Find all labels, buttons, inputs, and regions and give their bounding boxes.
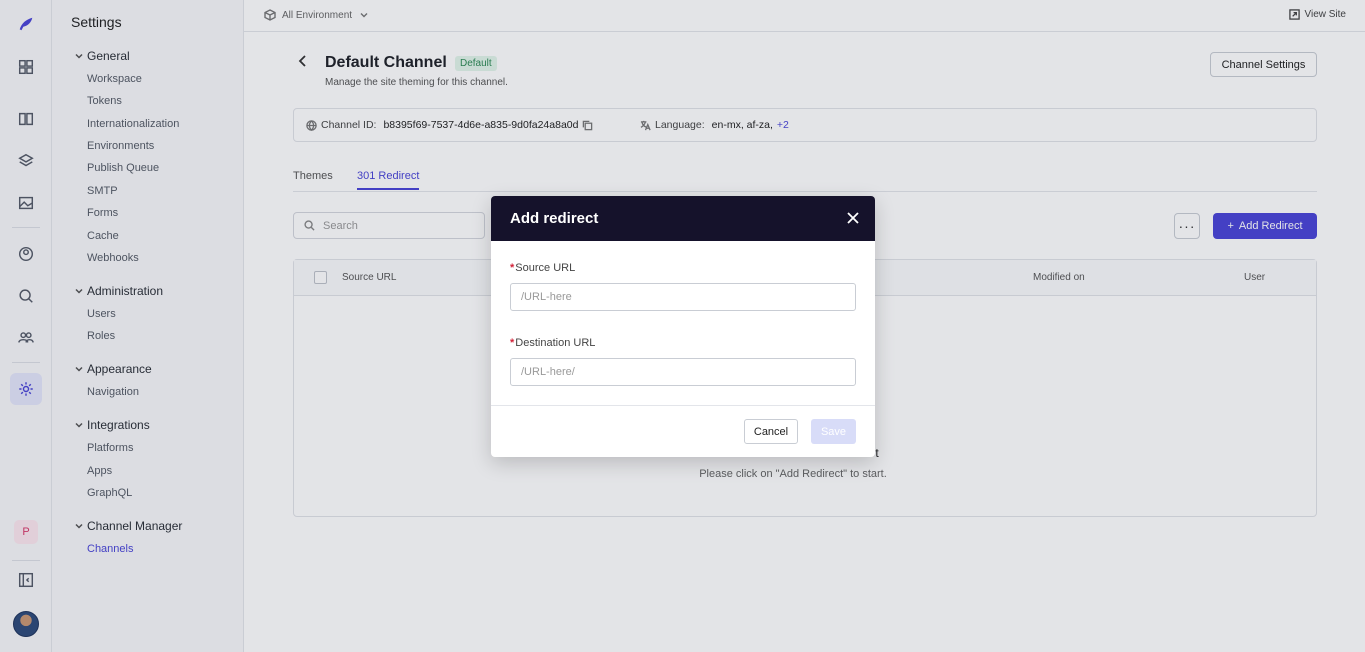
modal-divider	[491, 405, 875, 406]
required-marker: *	[510, 337, 515, 349]
add-redirect-modal: Add redirect *Source URL *Destination UR…	[491, 196, 875, 457]
destination-url-label-text: Destination URL	[515, 337, 596, 349]
destination-url-label: *Destination URL	[510, 337, 595, 349]
save-button[interactable]: Save	[811, 419, 856, 444]
source-url-label-text: Source URL	[515, 262, 576, 274]
close-icon[interactable]	[846, 211, 860, 225]
modal-header: Add redirect	[491, 196, 875, 241]
destination-url-input[interactable]	[510, 358, 856, 386]
required-marker: *	[510, 262, 515, 274]
modal-title: Add redirect	[510, 210, 599, 227]
source-url-input[interactable]	[510, 283, 856, 311]
cancel-button[interactable]: Cancel	[744, 419, 798, 444]
source-url-label: *Source URL	[510, 262, 575, 274]
